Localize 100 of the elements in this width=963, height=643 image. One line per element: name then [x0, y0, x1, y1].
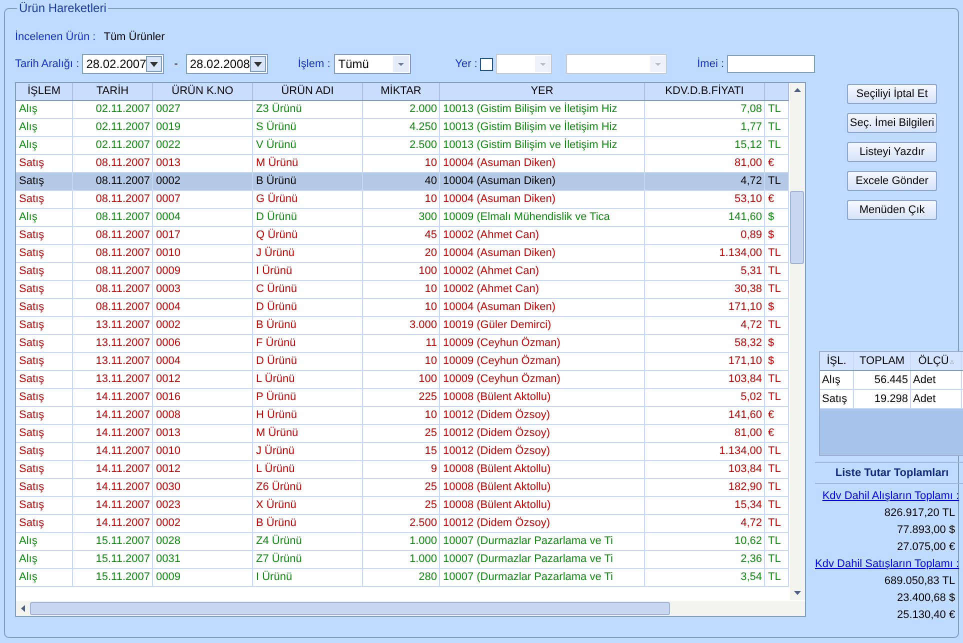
table-cell: 10002 (Ahmet Can): [440, 263, 645, 280]
action-button[interactable]: Listeyi Yazdır: [847, 142, 938, 162]
table-cell: $: [765, 335, 789, 352]
table-cell: 10004 (Asuman Diken): [440, 299, 645, 316]
table-cell: TL: [765, 461, 789, 478]
table-row[interactable]: Satış 13.11.2007 0002 B Ürünü 3.000 10019 (Güler Demirci) 4,72 TL: [16, 317, 789, 335]
table-row[interactable]: Satış 08.11.2007 0017 Q Ürünü 45 10002 (Ahmet Can) 0,89 $: [16, 227, 789, 245]
yer-checkbox[interactable]: [480, 58, 493, 70]
dropdown-icon[interactable]: [250, 56, 266, 72]
table-row[interactable]: Satış 14.11.2007 0010 J Ürünü 15 10012 (Didem Özsoy) 1.134,00 TL: [16, 443, 789, 461]
table-row[interactable]: Alış 08.11.2007 0004 D Ürünü 300 10009 (Elmalı Mühendislik ve Tica 141,60 $: [16, 209, 789, 227]
table-cell: TL: [765, 389, 789, 406]
scroll-thumb[interactable]: [30, 602, 670, 615]
table-cell: 08.11.2007: [73, 281, 153, 298]
table-cell: TL: [765, 245, 789, 262]
table-row[interactable]: Satış 13.11.2007 0012 L Ürünü 100 10009 (Ceyhun Özman) 103,84 TL: [16, 371, 789, 389]
column-header[interactable]: ÖLÇÜ▵: [911, 352, 962, 370]
table-row[interactable]: Satış 14.11.2007 0002 B Ürünü 2.500 10012 (Didem Özsoy) 4,72 TL: [16, 515, 789, 533]
table-row[interactable]: Satış 08.11.2007 0004 D Ürünü 10 10004 (Asuman Diken) 171,10 $: [16, 299, 789, 317]
table-cell: Z7 Ürünü: [253, 551, 363, 568]
action-button[interactable]: Seçiliyi İptal Et: [847, 84, 938, 104]
date-from-picker[interactable]: 28.02.2007: [82, 54, 164, 74]
imei-field[interactable]: [727, 55, 816, 73]
column-header[interactable]: İŞLEM: [16, 83, 73, 100]
table-cell: $: [765, 227, 789, 244]
vertical-scrollbar[interactable]: [790, 83, 805, 600]
table-cell: 0023: [153, 497, 253, 514]
column-header[interactable]: MİKTAR: [363, 83, 440, 100]
dropdown-icon[interactable]: [146, 56, 162, 72]
table-row[interactable]: Alış 02.11.2007 0019 S Ürünü 4.250 10013 (Gistim Bilişim ve İletişim Hiz 1,77 TL: [16, 119, 789, 137]
table-cell: 0027: [153, 101, 253, 118]
table-row[interactable]: Satış 08.11.2007 0003 C Ürünü 10 10002 (Ahmet Can) 30,38 TL: [16, 281, 789, 299]
table-row[interactable]: Satış 08.11.2007 0010 J Ürünü 20 10004 (Asuman Diken) 1.134,00 TL: [16, 245, 789, 263]
table-cell: V Ürünü: [253, 137, 363, 154]
table-cell: 20: [363, 245, 440, 262]
table-cell: 15.11.2007: [73, 569, 153, 586]
table-cell: J Ürünü: [253, 443, 363, 460]
date-to-picker[interactable]: 28.02.2008: [186, 54, 268, 74]
totals-link[interactable]: Kdv Dahil Satışların Toplamı :: [815, 558, 960, 570]
table-row[interactable]: Satış 14.11.2007 0012 L Ürünü 9 10008 (Bülent Aktollu) 103,84 TL: [16, 461, 789, 479]
table-row[interactable]: Satış 08.11.2007 0002 B Ürünü 40 10004 (Asuman Diken) 4,72 TL: [16, 173, 789, 191]
table-row[interactable]: Satış 08.11.2007 0007 G Ürünü 10 10004 (Asuman Diken) 53,10 €: [16, 191, 789, 209]
action-button[interactable]: Menüden Çık: [847, 200, 938, 220]
islem-combo[interactable]: Tümü: [334, 54, 412, 74]
table-cell: €: [765, 407, 789, 424]
table-row[interactable]: Alış 15.11.2007 0031 Z7 Ürünü 1.000 10007 (Durmazlar Pazarlama ve Ti 2,36 TL: [16, 551, 789, 569]
table-row[interactable]: Alış 15.11.2007 0009 I Ürünü 280 10007 (Durmazlar Pazarlama ve Ti 3,54 TL: [16, 569, 789, 587]
table-row[interactable]: Satış 13.11.2007 0006 F Ürünü 11 10009 (Ceyhun Özman) 58,32 $: [16, 335, 789, 353]
table-cell: Z3 Ürünü: [253, 101, 363, 118]
table-cell: 08.11.2007: [73, 155, 153, 172]
table-cell: 2.500: [363, 137, 440, 154]
table-cell: TL: [765, 551, 789, 568]
column-header[interactable]: İŞL.: [820, 352, 854, 370]
table-cell: 0002: [153, 173, 253, 190]
yer-label: Yer :: [455, 58, 478, 70]
table-row[interactable]: Satış 14.11.2007 0023 X Ürünü 25 10008 (Bülent Aktollu) 15,34 TL: [16, 497, 789, 515]
table-cell: 1.000: [363, 533, 440, 550]
action-button[interactable]: Excele Gönder: [847, 171, 938, 191]
table-cell: 10008 (Bülent Aktollu): [440, 389, 645, 406]
table-cell: 10: [363, 299, 440, 316]
table-cell: X Ürünü: [253, 497, 363, 514]
table-cell: 300: [363, 209, 440, 226]
column-header[interactable]: TOPLAM: [854, 352, 912, 370]
table-cell: 0007: [153, 191, 253, 208]
column-header[interactable]: YER: [440, 83, 645, 100]
table-row[interactable]: Satış 14.11.2007 0013 M Ürünü 25 10012 (Didem Özsoy) 81,00 €: [16, 425, 789, 443]
table-cell: 5,02: [645, 389, 765, 406]
action-button[interactable]: Seç. İmei Bilgileri: [847, 113, 938, 133]
table-row[interactable]: Satış 14.11.2007 0008 H Ürünü 10 10012 (Didem Özsoy) 141,60 €: [16, 407, 789, 425]
table-cell: 10013 (Gistim Bilişim ve İletişim Hiz: [440, 137, 645, 154]
table-cell: 15.11.2007: [73, 533, 153, 550]
table-cell: 0013: [153, 425, 253, 442]
location-combo[interactable]: [566, 54, 668, 74]
table-cell: 10009 (Ceyhun Özman): [440, 371, 645, 388]
table-cell: TL: [765, 101, 789, 118]
table-row[interactable]: Satış 08.11.2007 0009 I Ürünü 100 10002 (Ahmet Can) 5,31 TL: [16, 263, 789, 281]
table-row[interactable]: Alış 15.11.2007 0028 Z4 Ürünü 1.000 10007 (Durmazlar Pazarlama ve Ti 10,62 TL: [16, 533, 789, 551]
horizontal-scrollbar[interactable]: [16, 601, 805, 616]
table-cell: 10008 (Bülent Aktollu): [440, 479, 645, 496]
table-cell: 40: [363, 173, 440, 190]
column-header[interactable]: ÜRÜN ADI: [253, 83, 363, 100]
table-cell: TL: [765, 281, 789, 298]
table-row[interactable]: Satış 14.11.2007 0030 Z6 Ürünü 25 10008 (Bülent Aktollu) 182,90 TL: [16, 479, 789, 497]
table-cell: TL: [765, 317, 789, 334]
table-cell: Satış: [16, 227, 73, 244]
table-cell: 0003: [153, 281, 253, 298]
table-cell: 08.11.2007: [73, 299, 153, 316]
table-cell: Satış: [16, 389, 73, 406]
table-cell: 58,32: [645, 335, 765, 352]
table-row[interactable]: Satış 14.11.2007 0016 P Ürünü 225 10008 (Bülent Aktollu) 5,02 TL: [16, 389, 789, 407]
column-header[interactable]: TARİH: [73, 83, 153, 100]
table-row[interactable]: Alış 02.11.2007 0027 Z3 Ürünü 2.000 10013 (Gistim Bilişim ve İletişim Hiz 7,08 TL: [16, 101, 789, 119]
scroll-thumb[interactable]: [790, 191, 804, 264]
table-row[interactable]: Satış 13.11.2007 0004 D Ürünü 10 10009 (Ceyhun Özman) 171,10 $: [16, 353, 789, 371]
table-row[interactable]: Alış 02.11.2007 0022 V Ürünü 2.500 10013 (Gistim Bilişim ve İletişim Hiz 15,12 TL: [16, 137, 789, 155]
totals-link[interactable]: Kdv Dahil Alışların Toplamı :: [822, 490, 960, 502]
column-header[interactable]: ÜRÜN K.NO: [153, 83, 253, 100]
table-cell: 10: [363, 407, 440, 424]
column-header[interactable]: KDV.D.B.FİYATI: [645, 83, 765, 100]
table-cell: TL: [765, 443, 789, 460]
